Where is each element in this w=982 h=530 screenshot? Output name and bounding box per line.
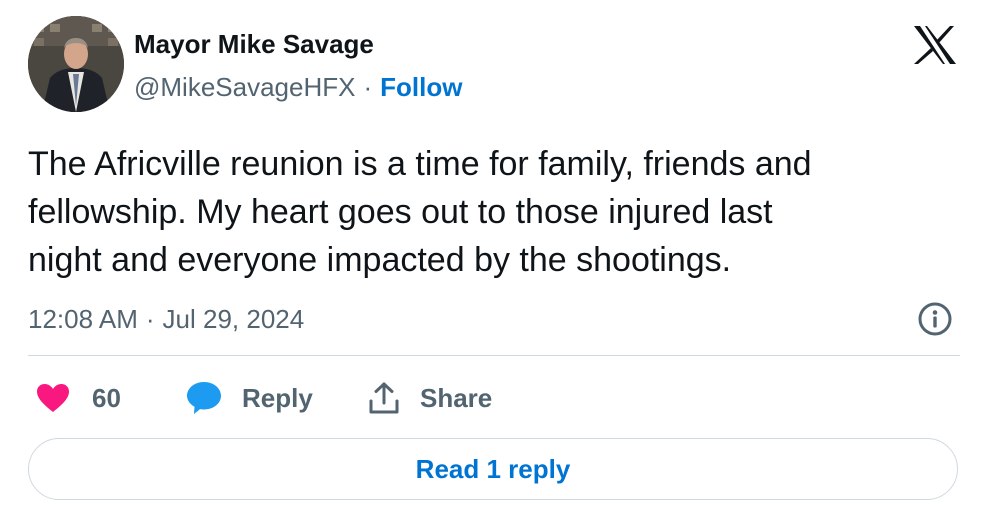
heart-icon <box>37 384 69 412</box>
separator-dot: · <box>145 304 155 334</box>
reply-button[interactable]: Reply <box>186 378 313 418</box>
share-upload-icon <box>369 382 399 414</box>
tweet-time: 12:08 AM <box>28 304 138 334</box>
x-logo-icon[interactable] <box>912 25 958 65</box>
speech-bubble-icon <box>187 382 221 414</box>
share-button[interactable]: Share <box>368 378 492 418</box>
follow-button[interactable]: Follow <box>380 72 462 102</box>
separator-dot: · <box>363 72 373 102</box>
like-button[interactable]: 60 <box>36 378 121 418</box>
avatar[interactable] <box>28 16 124 112</box>
tweet-actions-bar: 60 Reply Share <box>0 378 982 418</box>
tweet-text-line: fellowship. My heart goes out to those i… <box>28 193 773 231</box>
tweet-text-line: night and everyone impacted by the shoot… <box>28 241 732 279</box>
like-count: 60 <box>92 382 121 413</box>
author-handle-row: @MikeSavageHFX · Follow <box>134 70 462 104</box>
avatar-photo <box>28 16 124 112</box>
info-icon[interactable] <box>916 300 954 338</box>
reply-label: Reply <box>242 382 313 413</box>
tweet-text: The Africville reunion is a time for fam… <box>28 140 958 284</box>
tweet-date: Jul 29, 2024 <box>162 304 305 334</box>
embedded-tweet-card: Mayor Mike Savage @MikeSavageHFX · Follow … <box>0 0 982 530</box>
divider <box>28 355 960 356</box>
author-handle[interactable]: @MikeSavageHFX <box>134 72 355 102</box>
tweet-timestamp[interactable]: 12:08 AM · Jul 29, 2024 <box>28 302 304 336</box>
read-replies-button[interactable]: Read 1 reply <box>28 438 958 500</box>
author-display-name[interactable]: Mayor Mike Savage <box>134 27 374 61</box>
share-label: Share <box>420 382 493 413</box>
tweet-text-line: The Africville reunion is a time for fam… <box>28 145 812 183</box>
read-replies-label: Read 1 reply <box>415 453 571 484</box>
